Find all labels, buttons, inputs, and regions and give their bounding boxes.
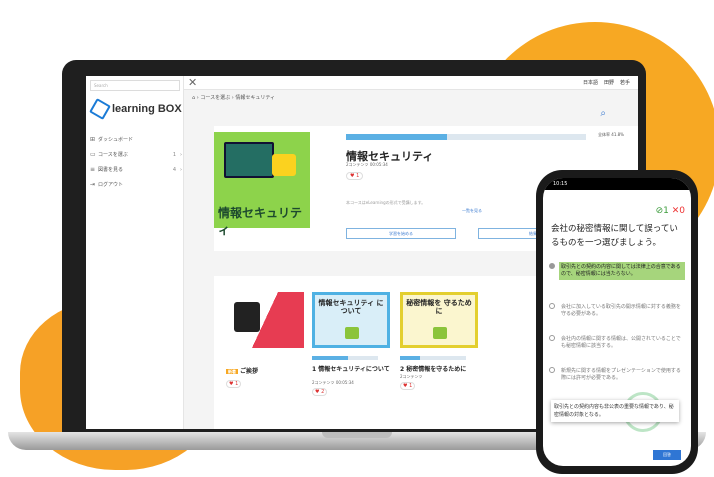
sidebar-item-count: 1 (172, 151, 176, 158)
lesson-card[interactable]: 情報セキュリティ について (312, 292, 390, 348)
lock-icon (433, 327, 447, 339)
thumbnail-title: 情報セキュリティ (218, 206, 303, 237)
sidebar: Search learning BOX ⊞ ダッシュボード ▭ コースを選ぶ 1… (86, 76, 184, 429)
like-button[interactable]: ♥ 2 (312, 388, 328, 396)
lesson-progress-bar (312, 356, 378, 360)
wrong-count: 0 (679, 206, 685, 216)
breadcrumb: ⌂ › コースを選ぶ › 情報セキュリティ (192, 95, 276, 101)
radio-icon (549, 367, 555, 373)
language-select[interactable]: 日本語 (583, 79, 598, 86)
lesson-badge: 新着 (226, 369, 238, 374)
option-text: 取引先との契約の内容に関しては法律上の合意であるので、秘密情報には当たらない。 (559, 262, 685, 280)
phone-screen: 10:15 ⊘1 ✕0 会社の秘密情報に関して誤っているものを一つ選びましょう。… (543, 178, 691, 466)
box-icon (89, 98, 111, 120)
sidebar-item-label: コースを選ぶ (98, 152, 128, 158)
explanation-tooltip: 取引先との契約内容も非公表の重要な情報であり、秘密情報の対象となる。 (551, 400, 679, 422)
logout-icon: ⇥ (90, 181, 96, 188)
sidebar-item-courses[interactable]: ▭ コースを選ぶ 1 › (90, 147, 182, 162)
camera-icon (234, 302, 260, 332)
lesson-meta: 2コンテンツ 00:05:34 (312, 380, 354, 385)
sidebar-nav: ⊞ ダッシュボード ▭ コースを選ぶ 1 › ≡ 図書を見る 4 › ⇥ ログア… (90, 132, 182, 192)
sidebar-item-count: 4 (172, 166, 176, 173)
course-progress-bar (346, 134, 586, 140)
brand-name: learning BOX (112, 103, 182, 115)
like-button[interactable]: ♥ 1 (346, 172, 364, 180)
course-meta: 2コンテンツ 00:05:34 (346, 162, 388, 167)
home-icon[interactable]: ⌂ (192, 95, 195, 101)
radio-icon (549, 335, 555, 341)
breadcrumb-item[interactable]: コースを選ぶ (200, 95, 230, 101)
question-text: 会社の秘密情報に関して誤っているものを一つ選びましょう。 (551, 224, 678, 248)
course-note: 本コースはeLearningの形式で受講します。 (346, 200, 426, 205)
sidebar-item-label: ダッシュボード (98, 137, 134, 143)
search-icon[interactable]: ⌕ (600, 108, 606, 119)
laptop-notch (322, 432, 392, 438)
lesson-card[interactable] (226, 292, 304, 348)
lock-icon (345, 327, 359, 339)
check-icon: ⊘ (655, 206, 664, 216)
like-count: 1 (235, 381, 239, 387)
score: ⊘1 ✕0 (656, 206, 685, 216)
sidebar-item-dashboard[interactable]: ⊞ ダッシュボード (90, 132, 182, 147)
status-time: 10:15 (553, 181, 568, 187)
more-link[interactable]: 一覧を見る (462, 208, 482, 214)
answer-option[interactable]: 会社内の情報に関する情報は、公開されていることでも秘密情報に該当する。 (549, 334, 685, 352)
lesson-title[interactable]: 2 秘密情報を守るために (400, 364, 484, 373)
like-count: 2 (321, 389, 325, 395)
card-title: 秘密情報を 守るために (406, 299, 472, 315)
start-button[interactable]: 学習を始める (346, 228, 456, 239)
answer-option[interactable]: 新規先に関する情報をプレゼンテーションで使用する際には許可が必要である。 (549, 366, 685, 384)
progress-label: 全体率 41.8% (598, 132, 624, 137)
topbar-controls: 日本語 田野 若手 (583, 79, 630, 86)
book-icon: ≡ (90, 166, 96, 173)
course-icon: ▭ (90, 151, 96, 158)
like-count: 1 (356, 173, 360, 179)
chevron-right-icon: › (180, 166, 182, 173)
sidebar-item-library[interactable]: ≡ 図書を見る 4 › (90, 162, 182, 177)
dashboard-icon: ⊞ (90, 136, 96, 143)
answer-option[interactable]: 会社に加入している取引先の開示情報に対する義務を守る必要がある。 (549, 302, 685, 320)
correct-count: 1 (663, 206, 669, 216)
lesson-title[interactable]: 1 情報セキュリティについて (312, 364, 390, 373)
option-text: 新規先に関する情報をプレゼンテーションで使用する際には許可が必要である。 (561, 368, 681, 381)
like-count: 1 (409, 383, 413, 389)
status-bar: 10:15 (543, 178, 691, 190)
option-text: 会社内の情報に関する情報は、公開されていることでも秘密情報に該当する。 (561, 336, 681, 349)
lesson-progress-bar (400, 356, 466, 360)
option-text: 会社に加入している取引先の開示情報に対する義務を守る必要がある。 (561, 304, 681, 317)
breadcrumb-item: 情報セキュリティ (235, 95, 276, 101)
radio-icon (549, 263, 555, 269)
lesson-card[interactable]: 秘密情報を 守るために (400, 292, 478, 348)
close-icon[interactable]: ✕ (188, 76, 197, 89)
lesson-title[interactable]: 新着 ご挨拶 (226, 366, 258, 375)
like-button[interactable]: ♥ 1 (400, 382, 416, 390)
like-button[interactable]: ♥ 1 (226, 380, 242, 388)
user-name[interactable]: 田野 (604, 79, 614, 86)
monitor-icon (224, 142, 274, 178)
lesson-title-text: ご挨拶 (240, 368, 259, 375)
top-bar: ✕ 日本語 田野 若手 (184, 76, 638, 90)
submit-button[interactable]: 回答 (653, 450, 681, 460)
user-role[interactable]: 若手 (620, 79, 630, 86)
sidebar-item-logout[interactable]: ⇥ ログアウト (90, 177, 182, 192)
sidebar-item-label: ログアウト (98, 182, 124, 188)
sidebar-item-label: 図書を見る (98, 167, 124, 173)
course-thumbnail: 情報セキュリティ (214, 132, 310, 237)
lock-icon (272, 154, 296, 176)
brand-logo: learning BOX (89, 98, 182, 120)
answer-option[interactable]: 取引先との契約の内容に関しては法律上の合意であるので、秘密情報には当たらない。 (549, 262, 685, 280)
search-input[interactable]: Search (90, 80, 180, 91)
radio-icon (549, 303, 555, 309)
lesson-meta: 2コンテンツ (400, 374, 423, 379)
card-title: 情報セキュリティ について (318, 299, 384, 315)
chevron-right-icon: › (180, 151, 182, 158)
